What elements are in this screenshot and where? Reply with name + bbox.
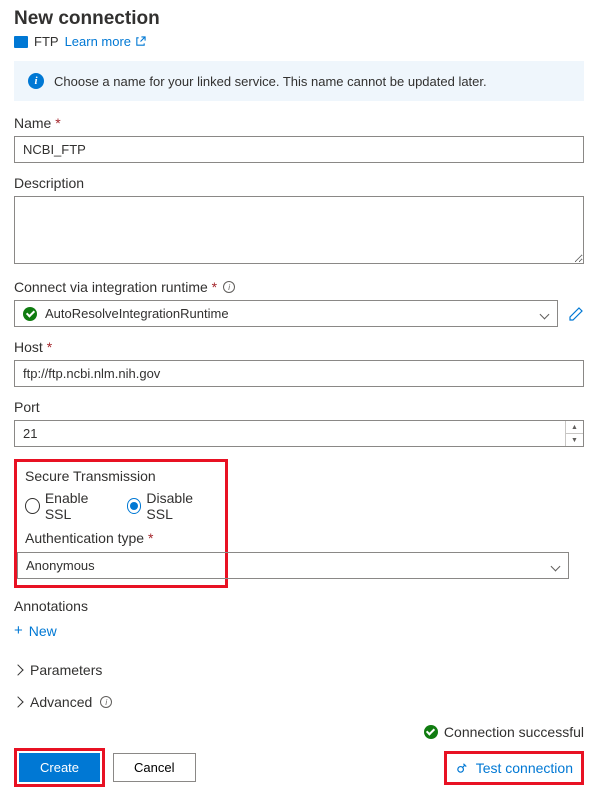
cancel-button[interactable]: Cancel bbox=[113, 753, 195, 782]
port-label: Port bbox=[14, 399, 584, 415]
new-annotation-button[interactable]: + New bbox=[14, 619, 57, 642]
learn-more-link[interactable]: Learn more bbox=[65, 34, 146, 49]
info-help-icon[interactable]: i bbox=[100, 696, 112, 708]
chevron-down-icon bbox=[550, 561, 560, 571]
info-help-icon[interactable]: i bbox=[223, 281, 235, 293]
annotations-label: Annotations bbox=[14, 598, 584, 614]
parameters-label: Parameters bbox=[30, 662, 102, 678]
create-button[interactable]: Create bbox=[19, 753, 100, 782]
info-icon: i bbox=[28, 73, 44, 89]
auth-type-select[interactable]: Anonymous bbox=[17, 552, 569, 579]
plus-icon: + bbox=[14, 622, 23, 639]
check-circle-icon bbox=[23, 307, 37, 321]
port-spinner[interactable]: ▲ ▼ bbox=[565, 421, 583, 446]
info-banner-text: Choose a name for your linked service. T… bbox=[54, 74, 487, 89]
advanced-label: Advanced bbox=[30, 694, 92, 710]
highlight-create: Create bbox=[14, 748, 105, 787]
auth-type-label: Authentication type * bbox=[25, 530, 217, 546]
connector-type-label: FTP bbox=[34, 34, 59, 49]
info-banner: i Choose a name for your linked service.… bbox=[14, 61, 584, 101]
auth-type-value: Anonymous bbox=[26, 558, 95, 573]
parameters-expander[interactable]: Parameters bbox=[14, 654, 584, 686]
chevron-down-icon bbox=[539, 309, 549, 319]
highlight-test-connection: Test connection bbox=[444, 751, 584, 785]
spinner-up-icon[interactable]: ▲ bbox=[566, 421, 583, 434]
port-input[interactable] bbox=[14, 420, 584, 447]
advanced-expander[interactable]: Advanced i bbox=[14, 686, 584, 718]
new-annotation-label: New bbox=[29, 623, 57, 639]
ftp-icon bbox=[14, 36, 28, 48]
plug-icon bbox=[455, 760, 470, 775]
check-circle-icon bbox=[424, 725, 438, 739]
connection-status-text: Connection successful bbox=[444, 724, 584, 740]
test-connection-button[interactable]: Test connection bbox=[449, 756, 579, 780]
page-title: New connection bbox=[14, 8, 584, 30]
description-label: Description bbox=[14, 175, 584, 191]
connector-header-row: FTP Learn more bbox=[14, 34, 584, 49]
name-input[interactable] bbox=[14, 136, 584, 163]
disable-ssl-label: Disable SSL bbox=[146, 490, 217, 522]
highlight-secure-auth: Secure Transmission Enable SSL Disable S… bbox=[14, 459, 228, 588]
secure-transmission-title: Secure Transmission bbox=[25, 468, 217, 484]
enable-ssl-label: Enable SSL bbox=[45, 490, 113, 522]
footer-actions: Create Cancel Test connection bbox=[14, 748, 584, 787]
spinner-down-icon[interactable]: ▼ bbox=[566, 434, 583, 446]
description-textarea[interactable] bbox=[14, 196, 584, 264]
edit-icon[interactable] bbox=[568, 306, 584, 322]
external-link-icon bbox=[135, 36, 146, 47]
radio-icon bbox=[127, 498, 142, 514]
enable-ssl-radio[interactable]: Enable SSL bbox=[25, 490, 113, 522]
chevron-right-icon bbox=[12, 664, 23, 675]
host-label: Host * bbox=[14, 339, 584, 355]
name-label: Name * bbox=[14, 115, 584, 131]
chevron-right-icon bbox=[12, 696, 23, 707]
integration-runtime-select[interactable]: AutoResolveIntegrationRuntime bbox=[14, 300, 558, 327]
learn-more-text: Learn more bbox=[65, 34, 131, 49]
disable-ssl-radio[interactable]: Disable SSL bbox=[127, 490, 217, 522]
host-input[interactable] bbox=[14, 360, 584, 387]
integration-runtime-value: AutoResolveIntegrationRuntime bbox=[45, 306, 229, 321]
radio-icon bbox=[25, 498, 40, 514]
connection-status: Connection successful bbox=[14, 724, 584, 740]
test-connection-label: Test connection bbox=[476, 760, 573, 776]
integration-runtime-label: Connect via integration runtime * bbox=[14, 279, 217, 295]
